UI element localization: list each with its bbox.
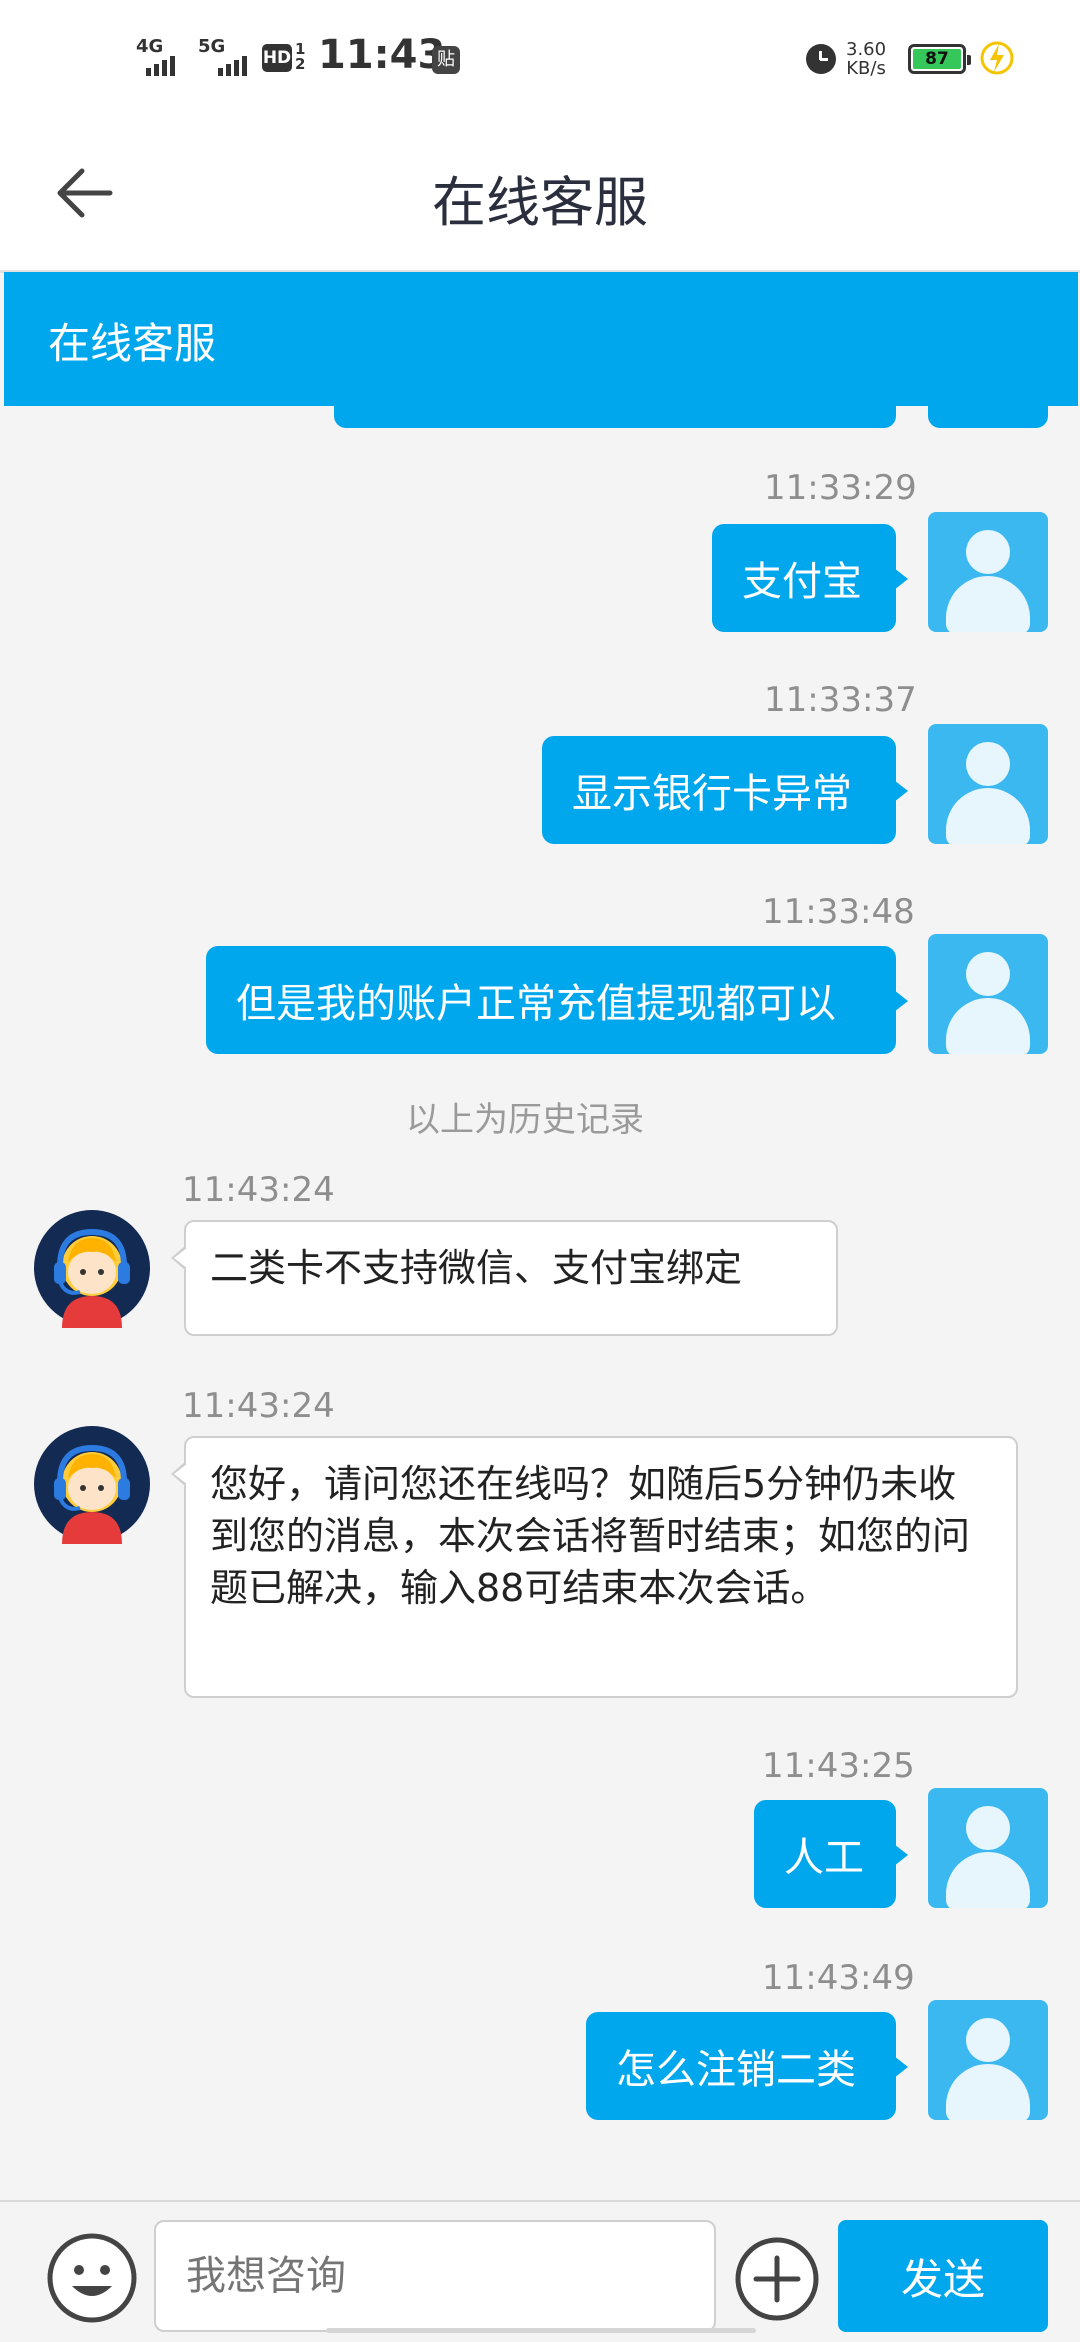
agent-avatar-icon: [34, 1210, 150, 1328]
home-indicator[interactable]: [326, 2328, 756, 2333]
network-speed: 3.60 KB/s: [846, 40, 886, 78]
battery-level: 87: [913, 49, 961, 69]
status-bar: 4G 5G HD 12 11:43 贴 3.60 KB/s 87: [0, 0, 1080, 120]
alarm-icon: [806, 44, 836, 74]
user-avatar-icon: [928, 934, 1048, 1054]
message-input[interactable]: [154, 2220, 716, 2332]
message-timestamp: 11:33:48: [762, 892, 915, 932]
chat-area[interactable]: 11:33:29 支付宝 11:33:37 显示银行卡异常 11:33:48 但…: [0, 406, 1080, 2200]
outgoing-message[interactable]: 怎么注销二类: [586, 2012, 908, 2120]
history-divider: 以上为历史记录: [406, 1100, 644, 1140]
message-timestamp: 11:33:29: [764, 468, 917, 508]
page-title: 在线客服: [432, 171, 648, 234]
message-timestamp: 11:43:25: [762, 1746, 915, 1786]
sticker-icon: 贴: [432, 46, 460, 74]
title-bar: 在线客服: [0, 120, 1080, 273]
message-timestamp: 11:43:24: [182, 1386, 335, 1426]
message-bubble-partial: [334, 406, 896, 428]
status-time: 11:43: [318, 32, 446, 78]
message-timestamp: 11:43:49: [762, 1958, 915, 1998]
message-timestamp: 11:33:37: [764, 680, 917, 720]
user-avatar-icon: [928, 724, 1048, 844]
network-speed-unit: KB/s: [846, 58, 886, 79]
input-bar: 发送: [0, 2200, 1080, 2342]
battery-icon: 87: [908, 44, 971, 74]
smiley-icon[interactable]: [46, 2232, 138, 2324]
user-avatar-icon: [928, 2000, 1048, 2120]
signal-1-icon: [146, 56, 175, 76]
outgoing-message[interactable]: 支付宝: [712, 524, 908, 632]
signal-5g-label: 5G: [198, 36, 226, 57]
network-speed-value: 3.60: [846, 39, 887, 60]
user-avatar-icon: [928, 512, 1048, 632]
user-avatar-icon: [928, 1788, 1048, 1908]
signal-2-icon: [218, 56, 247, 76]
sim-slot-label: 12: [295, 40, 306, 73]
incoming-message[interactable]: 您好，请问您还在线吗？如随后5分钟仍未收到您的消息，本次会话将暂时结束；如您的问…: [171, 1436, 1018, 1698]
outgoing-message[interactable]: 但是我的账户正常充值提现都可以: [206, 946, 908, 1054]
outgoing-message[interactable]: 人工: [754, 1800, 908, 1908]
incoming-message[interactable]: 二类卡不支持微信、支付宝绑定: [171, 1220, 838, 1336]
user-avatar-partial: [928, 406, 1048, 428]
chat-header-banner: 在线客服: [4, 272, 1078, 406]
plus-circle-icon[interactable]: [734, 2236, 820, 2322]
outgoing-message[interactable]: 显示银行卡异常: [542, 736, 908, 844]
send-button[interactable]: 发送: [838, 2220, 1048, 2332]
agent-avatar-icon: [34, 1426, 150, 1544]
charging-icon: [980, 41, 1014, 75]
message-timestamp: 11:43:24: [182, 1170, 335, 1210]
hd-voice-icon: HD: [262, 44, 292, 72]
signal-4g-label: 4G: [136, 36, 164, 57]
chat-header-title: 在线客服: [48, 319, 217, 368]
